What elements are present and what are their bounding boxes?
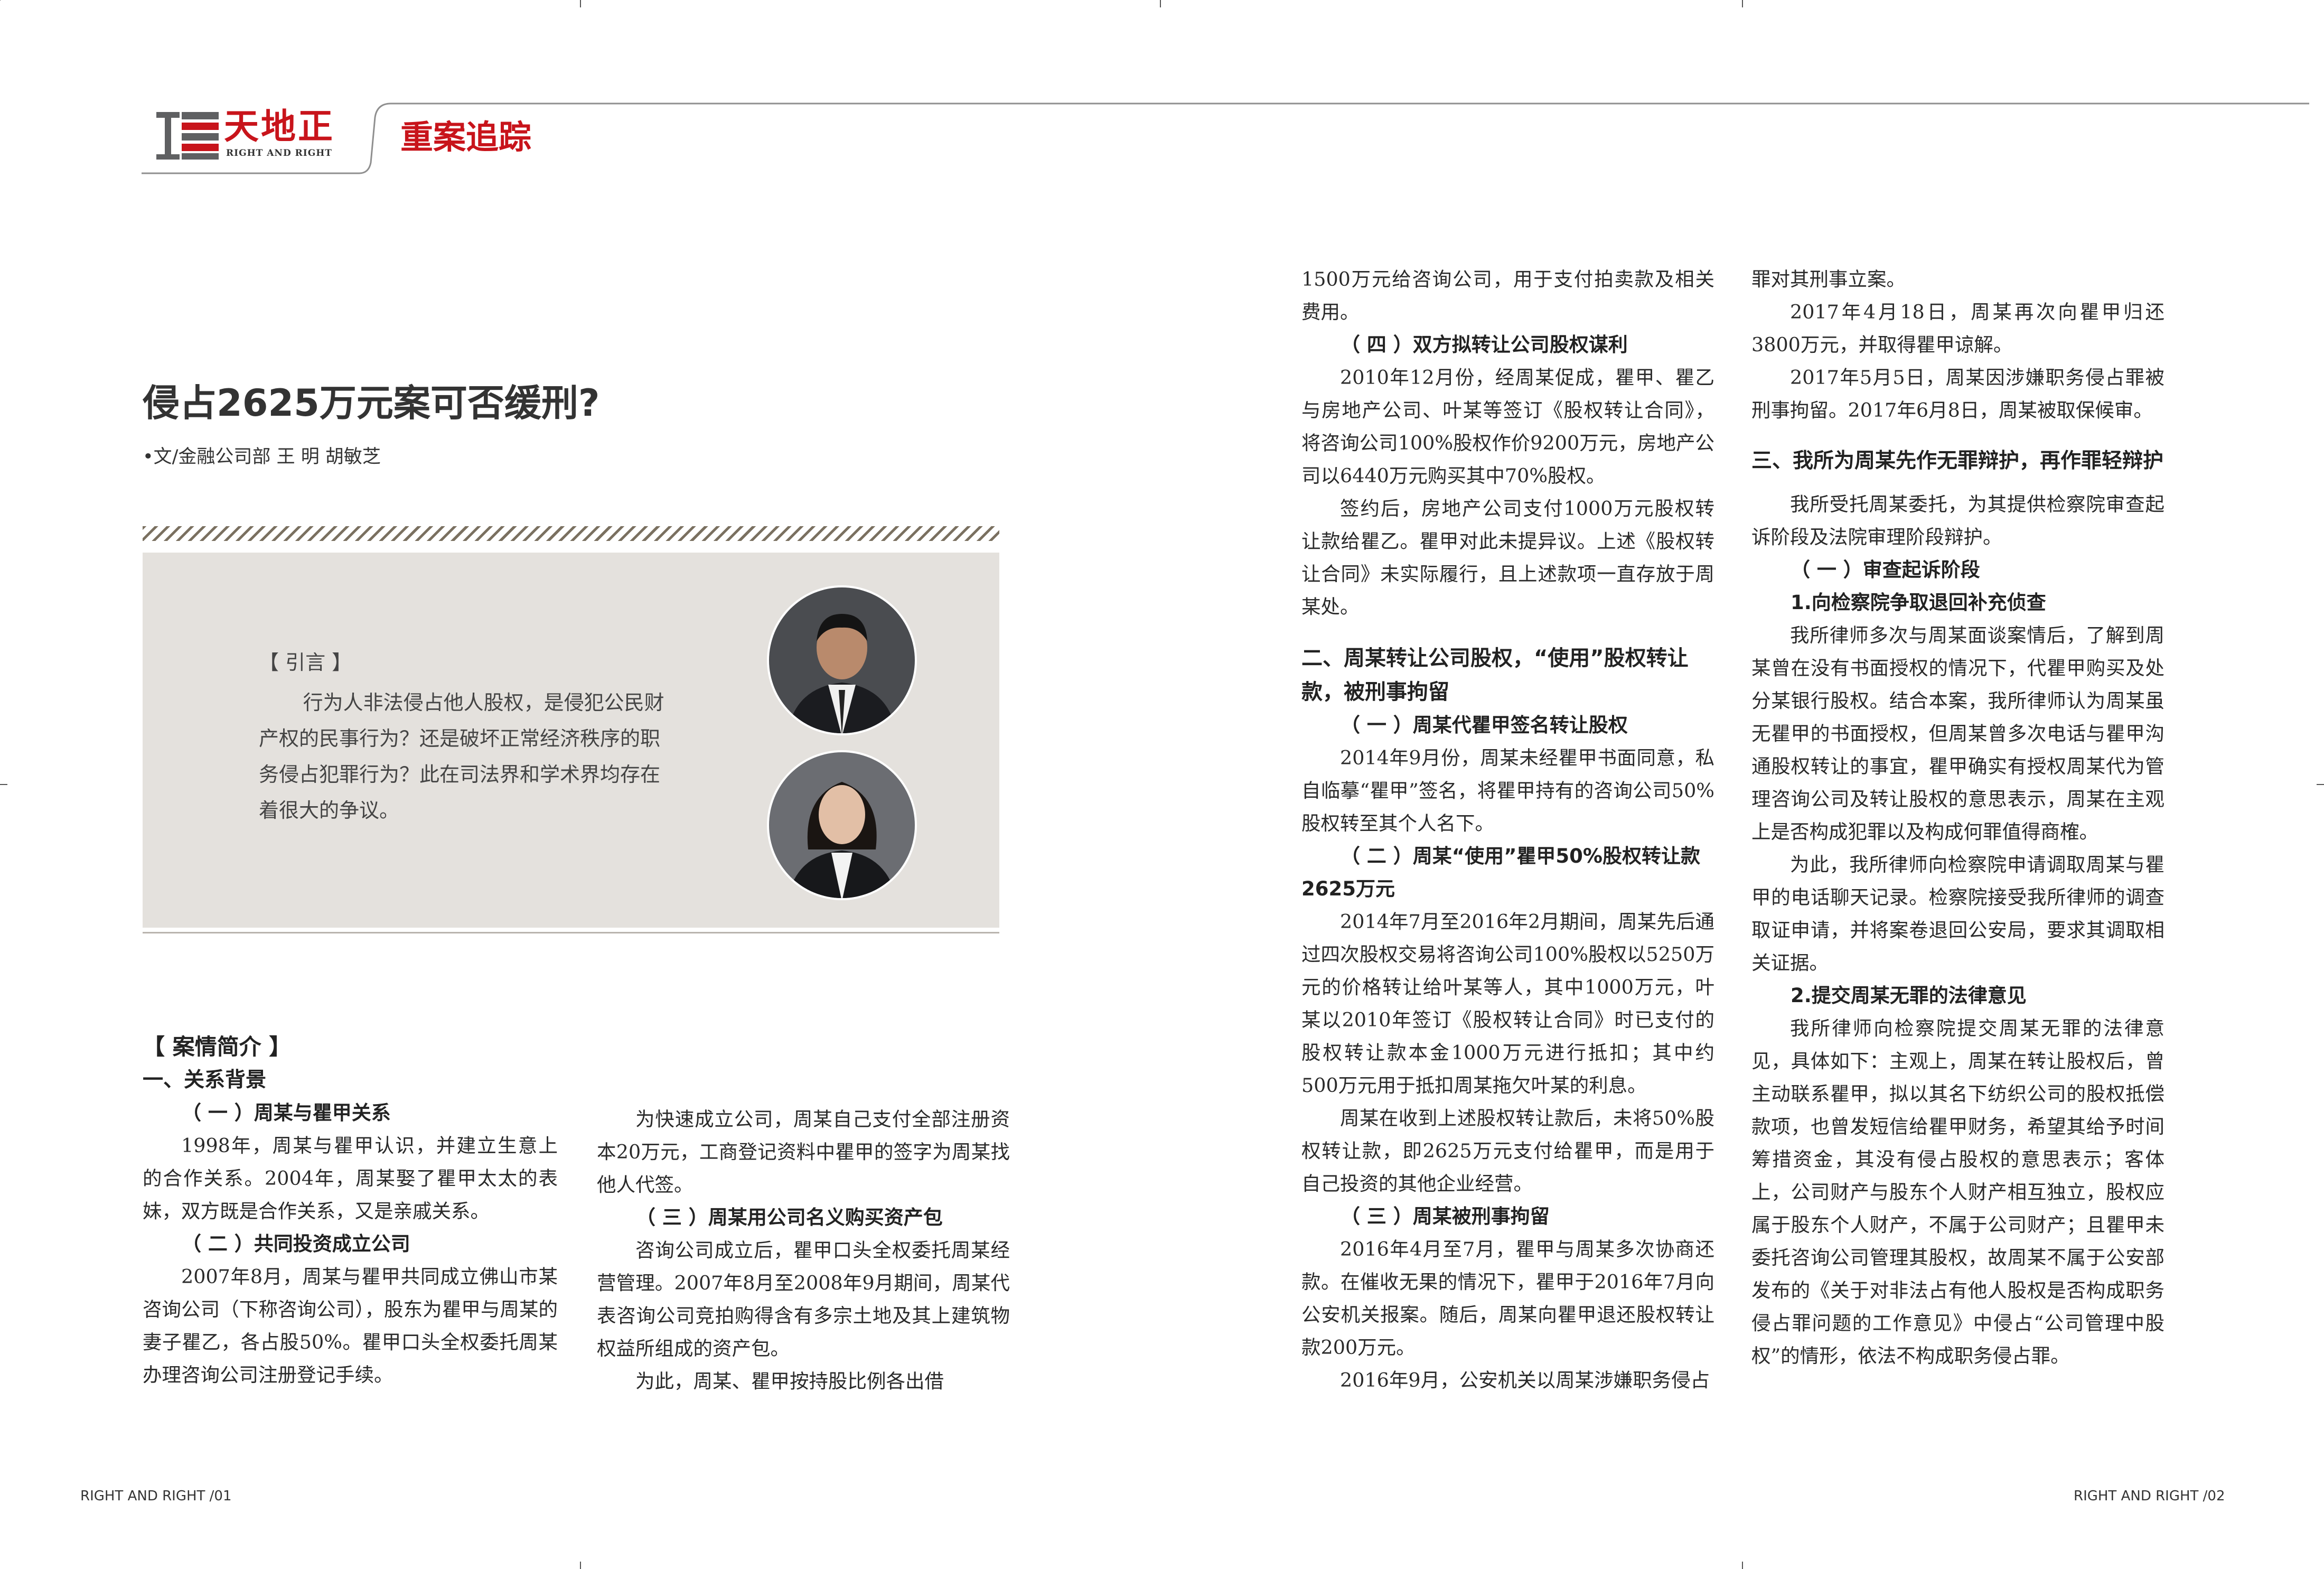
paragraph: 为此，周某、瞿甲按持股比例各出借 [635, 1370, 944, 1393]
intro-heading: 【 引言 】 [259, 651, 352, 674]
paragraph: 1500万元给咨询公司，用于支付拍卖款及相关费用。 [1301, 268, 1714, 323]
heading-transfer: 二、周某转让公司股权，“使用”股权转让款，被刑事拘留 [1301, 646, 1689, 704]
paragraph: 2017年5月5日，周某因涉嫌职务侵占罪被刑事拘留。2017年6月8日，周某被取… [1751, 366, 2164, 422]
paragraph: 2016年9月，公安机关以周某涉嫌职务侵占 [1340, 1369, 1710, 1391]
paragraph: 周某在收到上述股权转让款后，未将50%股权转让款，即2625万元支付给瞿甲，而是… [1301, 1107, 1714, 1195]
crop-mark [2317, 784, 2324, 785]
paragraph: 1998年，周某与瞿甲认识，并建立生意上的合作关系。2004年，周某娶了瞿甲太太… [143, 1134, 558, 1222]
subheading: （ 四 ）双方拟转让公司股权谋利 [1341, 333, 1628, 356]
paragraph: 2007年8月，周某与瞿甲共同成立佛山市某咨询公司（下称咨询公司），股东为瞿甲与… [143, 1265, 558, 1386]
intro-bottom-rule [143, 932, 999, 933]
subheading: 2.提交周某无罪的法律意见 [1791, 984, 2027, 1007]
crop-mark [1742, 1562, 1743, 1569]
section-label: 重案追踪 [400, 118, 532, 156]
intro-text: 行为人非法侵占他人股权，是侵犯公民财产权的民事行为？还是破坏正常经济秩序的职务侵… [259, 691, 664, 822]
author-portrait-female [767, 750, 917, 900]
subheading: （ 一 ）审查起诉阶段 [1791, 558, 1980, 581]
intro-hatch-bar [143, 526, 999, 541]
crop-mark [1160, 0, 1161, 7]
crop-mark [580, 1562, 581, 1569]
paragraph: 2014年7月至2016年2月期间，周某先后通过四次股权交易将咨询公司100%股… [1301, 910, 1714, 1097]
column-2: 为快速成立公司，周某自己支付全部注册资本20万元，工商登记资料中瞿甲的签字为周某… [597, 1103, 1010, 1398]
footer-right: RIGHT AND RIGHT /02 [2074, 1488, 2225, 1504]
paragraph: 2016年4月至7月，瞿甲与周某多次协商还款。在催收无果的情况下，瞿甲于2016… [1301, 1238, 1714, 1359]
paragraph: 签约后，房地产公司支付1000万元股权转让款给瞿乙。瞿甲对此未提异议。上述《股权… [1301, 497, 1714, 618]
paragraph: 2017年4月18日，周某再次向瞿甲归还3800万元，并取得瞿甲谅解。 [1751, 301, 2164, 356]
paragraph: 罪对其刑事立案。 [1751, 268, 1906, 291]
footer-left: RIGHT AND RIGHT /01 [80, 1488, 232, 1504]
column-4: 罪对其刑事立案。 2017年4月18日，周某再次向瞿甲归还3800万元，并取得瞿… [1751, 263, 2164, 1372]
subheading: （ 一 ）周某与瞿甲关系 [182, 1101, 391, 1124]
subheading: （ 三 ）周某用公司名义购买资产包 [636, 1206, 943, 1229]
subheading: 1.向检察院争取退回补充侦查 [1791, 591, 2046, 614]
paragraph: 2014年9月份，周某未经瞿甲书面同意，私自临摹“瞿甲”签名，将瞿甲持有的咨询公… [1301, 746, 1714, 835]
section-title: 【 案情简介 】 [143, 1034, 292, 1060]
subheading: （ 二 ）周某“使用”瞿甲50%股权转让款2625万元 [1301, 845, 1700, 900]
article-title: 侵占2625万元案可否缓刑? [143, 381, 600, 425]
author-portrait-male [767, 585, 917, 735]
paragraph: 我所律师向检察院提交周某无罪的法律意见，具体如下：主观上，周某在转让股权后，曾主… [1751, 1017, 2164, 1367]
subheading: （ 二 ）共同投资成立公司 [182, 1232, 410, 1255]
paragraph: 为快速成立公司，周某自己支付全部注册资本20万元，工商登记资料中瞿甲的签字为周某… [597, 1108, 1010, 1196]
column-3: 1500万元给咨询公司，用于支付拍卖款及相关费用。 （ 四 ）双方拟转让公司股权… [1301, 263, 1714, 1397]
crop-mark [0, 784, 7, 785]
subheading: （ 一 ）周某代瞿甲签名转让股权 [1341, 714, 1628, 736]
crop-mark [580, 0, 581, 7]
paragraph: 为此，我所律师向检察院申请调取周某与瞿甲的电话聊天记录。检察院接受我所律师的调查… [1751, 853, 2164, 974]
paragraph: 咨询公司成立后，瞿甲口头全权委托周某经营管理。2007年8月至2008年9月期间… [597, 1239, 1010, 1360]
byline: •文/金融公司部 王 明 胡敏芝 [143, 446, 381, 468]
subheading: （ 三 ）周某被刑事拘留 [1341, 1205, 1550, 1228]
paragraph: 我所受托周某委托，为其提供检察院审查起诉阶段及法院审理阶段辩护。 [1751, 493, 2164, 548]
paragraph: 2010年12月份，经周某促成，瞿甲、瞿乙与房地产公司、叶某等签订《股权转让合同… [1301, 366, 1714, 487]
column-1: 【 案情简介 】 一、关系背景 （ 一 ）周某与瞿甲关系 1998年，周某与瞿甲… [143, 1030, 558, 1391]
paragraph: 我所律师多次与周某面谈案情后，了解到周某曾在没有书面授权的情况下，代瞿甲购买及处… [1751, 624, 2164, 843]
crop-mark [1742, 0, 1743, 7]
heading-relationship: 一、关系背景 [143, 1068, 267, 1092]
heading-defense: 三、我所为周某先作无罪辩护，再作罪轻辩护 [1751, 449, 2164, 473]
